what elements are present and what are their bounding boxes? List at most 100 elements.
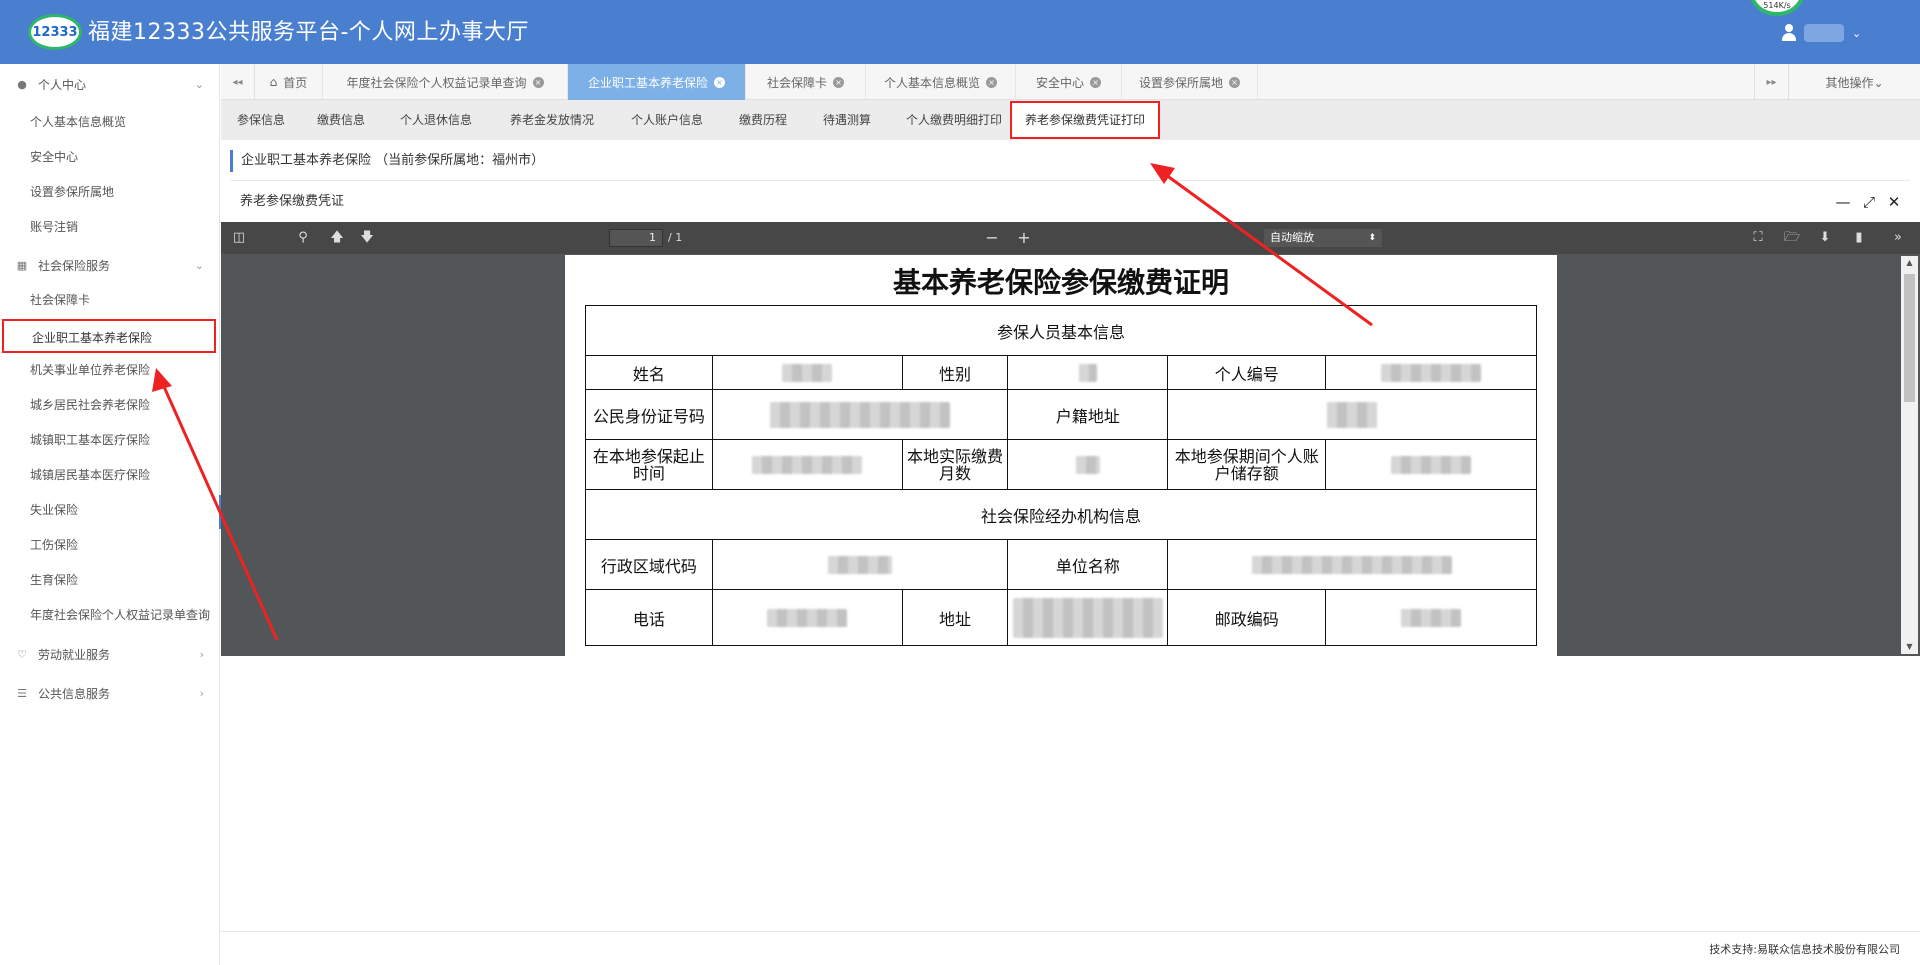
account-balance-label: 本地参保期间个人账户储存额	[1167, 439, 1327, 490]
maximize-icon[interactable]: ⤢	[1860, 193, 1878, 211]
tab-scroll-right-button[interactable]: ▸▸	[1754, 64, 1788, 100]
scrollbar-thumb[interactable]	[1904, 274, 1915, 402]
sidebar-item-annual-record[interactable]: 年度社会保险个人权益记录单查询	[0, 598, 220, 632]
tab-profile-overview[interactable]: 个人基本信息概览 ×	[866, 64, 1016, 100]
tab-label: 年度社会保险个人权益记录单查询	[346, 75, 527, 90]
close-icon[interactable]: ×	[714, 76, 725, 88]
scroll-down-icon[interactable]: ▼	[1901, 640, 1918, 654]
tab-label: 企业职工基本养老保险	[587, 75, 708, 90]
subtab-retirement-info[interactable]: 个人退休信息	[381, 100, 491, 140]
close-icon[interactable]: ×	[1090, 76, 1101, 88]
zoom-in-button[interactable]: +	[1014, 229, 1034, 247]
zoom-select[interactable]: 自动缩放 ⬍	[1264, 229, 1382, 247]
subtab-benefit-estimate[interactable]: 待遇测算	[805, 100, 889, 140]
arrow-down-icon[interactable]: 🡇	[357, 229, 377, 247]
user-menu[interactable]: ⌄	[1782, 20, 1861, 46]
app-header: 12333 福建12333公共服务平台-个人网上办事大厅 514K/s ⌄	[0, 0, 1920, 64]
fullscreen-icon[interactable]: ⛶	[1748, 229, 1768, 247]
subtab-payment-history[interactable]: 缴费历程	[721, 100, 805, 140]
tab-set-location[interactable]: 设置参保所属地 ×	[1122, 64, 1258, 100]
tab-scroll-left-button[interactable]: ◂◂	[221, 64, 255, 100]
sidebar-item-maternity[interactable]: 生育保险	[0, 563, 220, 597]
scroll-up-icon[interactable]: ▲	[1901, 256, 1918, 270]
arrow-up-icon[interactable]: 🡅	[327, 229, 347, 247]
section-title: 企业职工基本养老保险 （当前参保所属地：福州市）	[230, 150, 544, 172]
sidebar-item-enterprise-pension[interactable]: 企业职工基本养老保险	[2, 319, 216, 353]
logo-icon[interactable]: 12333	[28, 14, 82, 50]
subtab-pension-payout[interactable]: 养老金发放情况	[491, 100, 613, 140]
open-file-icon[interactable]: 🗁	[1782, 229, 1802, 247]
table-row: 姓名 性别 个人编号	[585, 355, 1537, 390]
table-row: 行政区域代码 单位名称	[585, 539, 1537, 590]
sidebar-item-location[interactable]: 设置参保所属地	[0, 175, 220, 209]
pdf-scrollbar[interactable]: ▲ ▼	[1901, 256, 1918, 654]
sidebar-item-injury[interactable]: 工伤保险	[0, 528, 220, 562]
subtab-personal-account[interactable]: 个人账户信息	[613, 100, 721, 140]
minimize-icon[interactable]: —	[1834, 193, 1852, 211]
household-value	[1167, 389, 1537, 440]
tab-security-center[interactable]: 安全中心 ×	[1016, 64, 1122, 100]
close-icon[interactable]: ×	[532, 76, 544, 88]
search-icon[interactable]: ⚲	[293, 229, 313, 247]
sidebar: ● 个人中心 ⌄ 个人基本信息概览 安全中心 设置参保所属地 账号注销 ▦ 社会…	[0, 64, 220, 965]
sidebar-item-resident-medical[interactable]: 城镇居民基本医疗保险	[0, 458, 220, 492]
close-icon[interactable]: ✕	[1885, 193, 1903, 211]
gender-label: 性别	[901, 355, 1009, 390]
tab-social-card[interactable]: 社会保障卡 ×	[746, 64, 866, 100]
sidebar-item-unemployment[interactable]: 失业保险	[0, 493, 220, 527]
household-label: 户籍地址	[1007, 389, 1169, 440]
page-number-input[interactable]: 1	[609, 229, 663, 247]
tab-label: 个人基本信息概览	[883, 75, 980, 90]
tab-home[interactable]: ⌂ 首页	[255, 64, 323, 100]
phone-label: 电话	[585, 589, 713, 646]
tab-more-actions-dropdown[interactable]: 其他操作⌄	[1788, 64, 1920, 100]
subtab-insured-info[interactable]: 参保信息	[221, 100, 301, 140]
region-code-label: 行政区域代码	[585, 539, 713, 590]
footer-divider	[221, 931, 1920, 932]
download-icon[interactable]: ⬇	[1815, 229, 1835, 247]
sidebar-item-profile[interactable]: 个人基本信息概览	[0, 105, 220, 139]
close-icon[interactable]: ×	[1229, 76, 1240, 88]
more-tools-icon[interactable]: »	[1888, 229, 1908, 247]
chevron-down-icon: ⌄	[1852, 26, 1862, 40]
personal-number-value	[1325, 355, 1537, 390]
sidebar-group-public-info[interactable]: ☰ 公共信息服务 ›	[0, 675, 220, 711]
tab-label: 社会保障卡	[766, 75, 827, 90]
sidebar-group-employment[interactable]: ♡ 劳动就业服务 ›	[0, 636, 220, 672]
zoom-select-value: 自动缩放	[1270, 231, 1314, 244]
sidebar-item-institution-pension[interactable]: 机关事业单位养老保险	[0, 353, 220, 387]
bookmark-icon[interactable]: ▮	[1849, 229, 1869, 247]
chevron-right-icon: ›	[199, 647, 204, 661]
postcode-value	[1325, 589, 1537, 646]
close-icon[interactable]: ×	[833, 76, 844, 88]
period-label: 在本地参保起止时间	[585, 439, 713, 490]
subtab-payment-detail-print[interactable]: 个人缴费明细打印	[889, 100, 1019, 140]
address-label: 地址	[901, 589, 1009, 646]
tab-label: 安全中心	[1035, 75, 1084, 90]
sidebar-item-employee-medical[interactable]: 城镇职工基本医疗保险	[0, 423, 220, 457]
tab-enterprise-pension[interactable]: 企业职工基本养老保险 ×	[568, 64, 746, 100]
chevron-right-icon: ›	[199, 686, 204, 700]
divider	[230, 180, 1910, 181]
sidebar-group-label: 个人中心	[38, 77, 87, 92]
table-row: 在本地参保起止时间 本地实际缴费月数 本地参保期间个人账户储存额	[585, 439, 1537, 490]
tab-annual-record[interactable]: 年度社会保险个人权益记录单查询 ×	[323, 64, 568, 100]
subtab-payment-info[interactable]: 缴费信息	[301, 100, 381, 140]
table-row: 参保人员基本信息	[585, 305, 1537, 356]
account-balance-value	[1325, 439, 1537, 490]
citizen-id-label: 公民身份证号码	[585, 389, 713, 440]
footer-credit: 技术支持:易联众信息技术股份有限公司	[1709, 943, 1900, 956]
table-row: 社会保险经办机构信息	[585, 489, 1537, 540]
close-icon[interactable]: ×	[986, 76, 997, 88]
app-title: 福建12333公共服务平台-个人网上办事大厅	[88, 20, 529, 45]
sidebar-item-security[interactable]: 安全中心	[0, 140, 220, 174]
sidebar-item-social-card[interactable]: 社会保障卡	[0, 283, 220, 317]
sidebar-item-deregister[interactable]: 账号注销	[0, 210, 220, 244]
sidebar-group-personal[interactable]: ● 个人中心 ⌄	[0, 66, 220, 102]
zoom-out-button[interactable]: −	[982, 229, 1002, 247]
sidebar-item-resident-pension[interactable]: 城乡居民社会养老保险	[0, 388, 220, 422]
sidebar-group-insurance[interactable]: ▦ 社会保险服务 ⌄	[0, 247, 220, 283]
sidebar-toggle-icon[interactable]: ◫	[229, 229, 249, 247]
gender-value	[1007, 355, 1169, 390]
subtab-pension-certificate-print[interactable]: 养老参保缴费凭证打印	[1010, 101, 1160, 139]
